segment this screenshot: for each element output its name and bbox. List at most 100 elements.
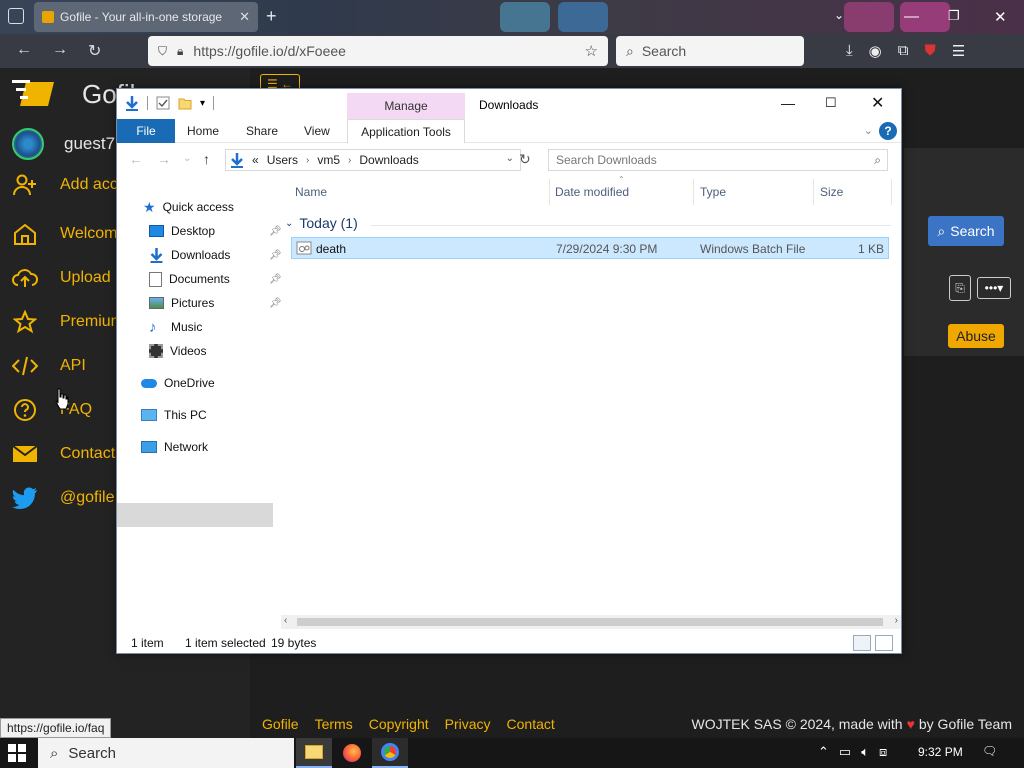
volume-muted-icon[interactable]: 🔈︎ (861, 744, 869, 760)
menu-icon[interactable]: ☰ (952, 42, 965, 60)
sidebar-item-contact[interactable]: Contact (12, 441, 115, 467)
maximize-icon[interactable]: ☐ (825, 95, 837, 111)
lock-icon[interactable]: 🔒︎ (177, 44, 183, 59)
refresh-icon[interactable]: ↻ (519, 151, 531, 168)
column-header-size[interactable]: Size (820, 185, 843, 199)
nav-item-downloads[interactable]: Downloads 📌︎ (149, 245, 282, 265)
footer-link-terms[interactable]: Terms (315, 716, 353, 732)
close-icon[interactable]: ✕ (871, 93, 884, 113)
sidebar-item-faq[interactable]: FAQ (12, 397, 92, 423)
clock[interactable]: 9:32 PM (918, 745, 963, 759)
large-icons-view-icon[interactable] (875, 635, 893, 651)
collapse-chevron-icon[interactable]: ⌄ (285, 218, 293, 229)
windows-start-icon[interactable] (8, 744, 26, 762)
firefox-taskbar-icon[interactable] (334, 738, 370, 768)
pin-icon[interactable]: 📌︎ (269, 298, 282, 309)
new-tab-button[interactable]: + (266, 6, 277, 27)
column-header-name[interactable]: Name (295, 185, 327, 199)
pin-icon[interactable]: 📌︎ (269, 250, 282, 261)
url-bar[interactable]: ⛉ 🔒︎ https://gofile.io/d/xFoeee ☆ (148, 36, 608, 66)
qat-dropdown-icon[interactable]: ▾ (200, 98, 205, 109)
tab-overflow-icon[interactable]: ⌄ (834, 8, 844, 22)
tab-list-icon[interactable] (8, 8, 24, 24)
browser-search-bar[interactable]: ⌕ Search (616, 36, 804, 66)
new-folder-icon[interactable] (178, 96, 192, 110)
group-header[interactable]: ⌄ Today (1) (285, 215, 358, 231)
shield-icon[interactable]: ⛉ (158, 44, 167, 59)
bookmark-star-icon[interactable]: ☆ (585, 42, 598, 60)
breadcrumb-separator-icon[interactable]: › (348, 155, 351, 166)
file-icon[interactable]: ⎘ (949, 275, 971, 301)
tab-share[interactable]: Share (246, 119, 278, 143)
tab-view[interactable]: View (304, 119, 330, 143)
footer-link-contact[interactable]: Contact (507, 716, 555, 732)
screen-icon[interactable]: ⧈ (879, 744, 887, 760)
up-icon[interactable]: ↑ (203, 151, 210, 167)
address-bar[interactable]: « Users › vm5 › Downloads ⌄ (225, 149, 521, 171)
download-arrow-icon[interactable] (125, 95, 139, 111)
sidebar-item-upload[interactable]: Upload (12, 265, 111, 291)
pin-icon[interactable]: 📌︎ (269, 274, 282, 285)
breadcrumb-vm5[interactable]: vm5 (317, 153, 340, 167)
tray-overflow-icon[interactable]: ⌃ (818, 744, 829, 760)
nav-item-desktop[interactable]: Desktop 📌︎ (149, 221, 282, 241)
footer-link-copyright[interactable]: Copyright (369, 716, 429, 732)
close-tab-icon[interactable]: ✕ (239, 9, 250, 25)
chrome-taskbar-icon[interactable] (372, 738, 408, 768)
table-row[interactable]: death 7/29/2024 9:30 PM Windows Batch Fi… (291, 237, 889, 259)
close-browser-icon[interactable]: ✕ (994, 8, 1007, 26)
nav-item-onedrive[interactable]: OneDrive (141, 373, 215, 393)
abuse-button[interactable]: Abuse (948, 324, 1004, 348)
minimize-icon[interactable]: — (781, 95, 795, 111)
back-icon[interactable]: ← (16, 41, 32, 59)
tab-home[interactable]: Home (187, 119, 219, 143)
column-header-date-modified[interactable]: Date modified (555, 185, 629, 199)
breadcrumb-separator-icon[interactable]: › (306, 155, 309, 166)
footer-link-gofile[interactable]: Gofile (262, 716, 299, 732)
breadcrumb-users[interactable]: Users (267, 153, 298, 167)
address-overflow[interactable]: « (252, 153, 259, 167)
forward-icon[interactable]: → (52, 41, 68, 59)
account-icon[interactable]: ◉ (869, 42, 882, 60)
url-text[interactable]: https://gofile.io/d/xFoeee (193, 43, 346, 59)
back-icon[interactable]: ← (129, 151, 143, 167)
nav-item-videos[interactable]: Videos (149, 341, 206, 361)
nav-item-pictures[interactable]: Pictures 📌︎ (149, 293, 282, 313)
downloads-icon[interactable]: ⤓ (846, 42, 853, 60)
search-input[interactable]: Search Downloads ⌕ (548, 149, 888, 171)
properties-icon[interactable] (156, 96, 170, 110)
column-divider[interactable] (693, 179, 694, 205)
tab-application-tools[interactable]: Application Tools (347, 119, 465, 143)
breadcrumb-downloads[interactable]: Downloads (359, 153, 418, 167)
sidebar-item-api[interactable]: API (12, 353, 86, 379)
file-explorer-taskbar-icon[interactable] (296, 738, 332, 768)
nav-item-documents[interactable]: Documents 📌︎ (149, 269, 282, 289)
taskbar-search[interactable]: ⌕ Search (38, 738, 294, 768)
nav-item-music[interactable]: ♪ Music (149, 317, 202, 337)
guest-account[interactable]: guest7 (12, 128, 115, 160)
pin-icon[interactable]: 📌︎ (269, 226, 282, 237)
restore-browser-icon[interactable]: ❐ (948, 8, 960, 24)
minimize-browser-icon[interactable]: — (904, 8, 919, 25)
notifications-icon[interactable]: 🗨︎ (982, 744, 997, 758)
address-dropdown-icon[interactable]: ⌄ (506, 153, 514, 164)
column-divider[interactable] (891, 179, 892, 205)
nav-item-this-pc[interactable]: This PC (141, 405, 207, 425)
sidebar-item-premium[interactable]: Premium (12, 309, 124, 335)
scrollbar-thumb[interactable] (297, 618, 883, 626)
reload-icon[interactable]: ↻ (88, 41, 101, 61)
column-divider[interactable] (813, 179, 814, 205)
help-icon[interactable]: ? (879, 122, 897, 140)
extensions-icon[interactable]: ⧉ (898, 42, 909, 60)
nav-item-network[interactable]: Network (141, 437, 208, 457)
tab-file[interactable]: File (117, 119, 175, 143)
browser-tab-active[interactable]: Gofile - Your all-in-one storage ✕ (34, 2, 258, 32)
more-options-icon[interactable]: •••▾ (977, 277, 1011, 299)
column-divider[interactable] (549, 179, 550, 205)
search-button[interactable]: ⌕ Search (928, 216, 1004, 246)
forward-icon[interactable]: → (157, 151, 171, 167)
nav-item-quick-access[interactable]: ★ Quick access (143, 197, 234, 217)
footer-link-privacy[interactable]: Privacy (445, 716, 491, 732)
ublock-icon[interactable]: ⛊ (924, 42, 935, 60)
column-header-type[interactable]: Type (700, 185, 726, 199)
